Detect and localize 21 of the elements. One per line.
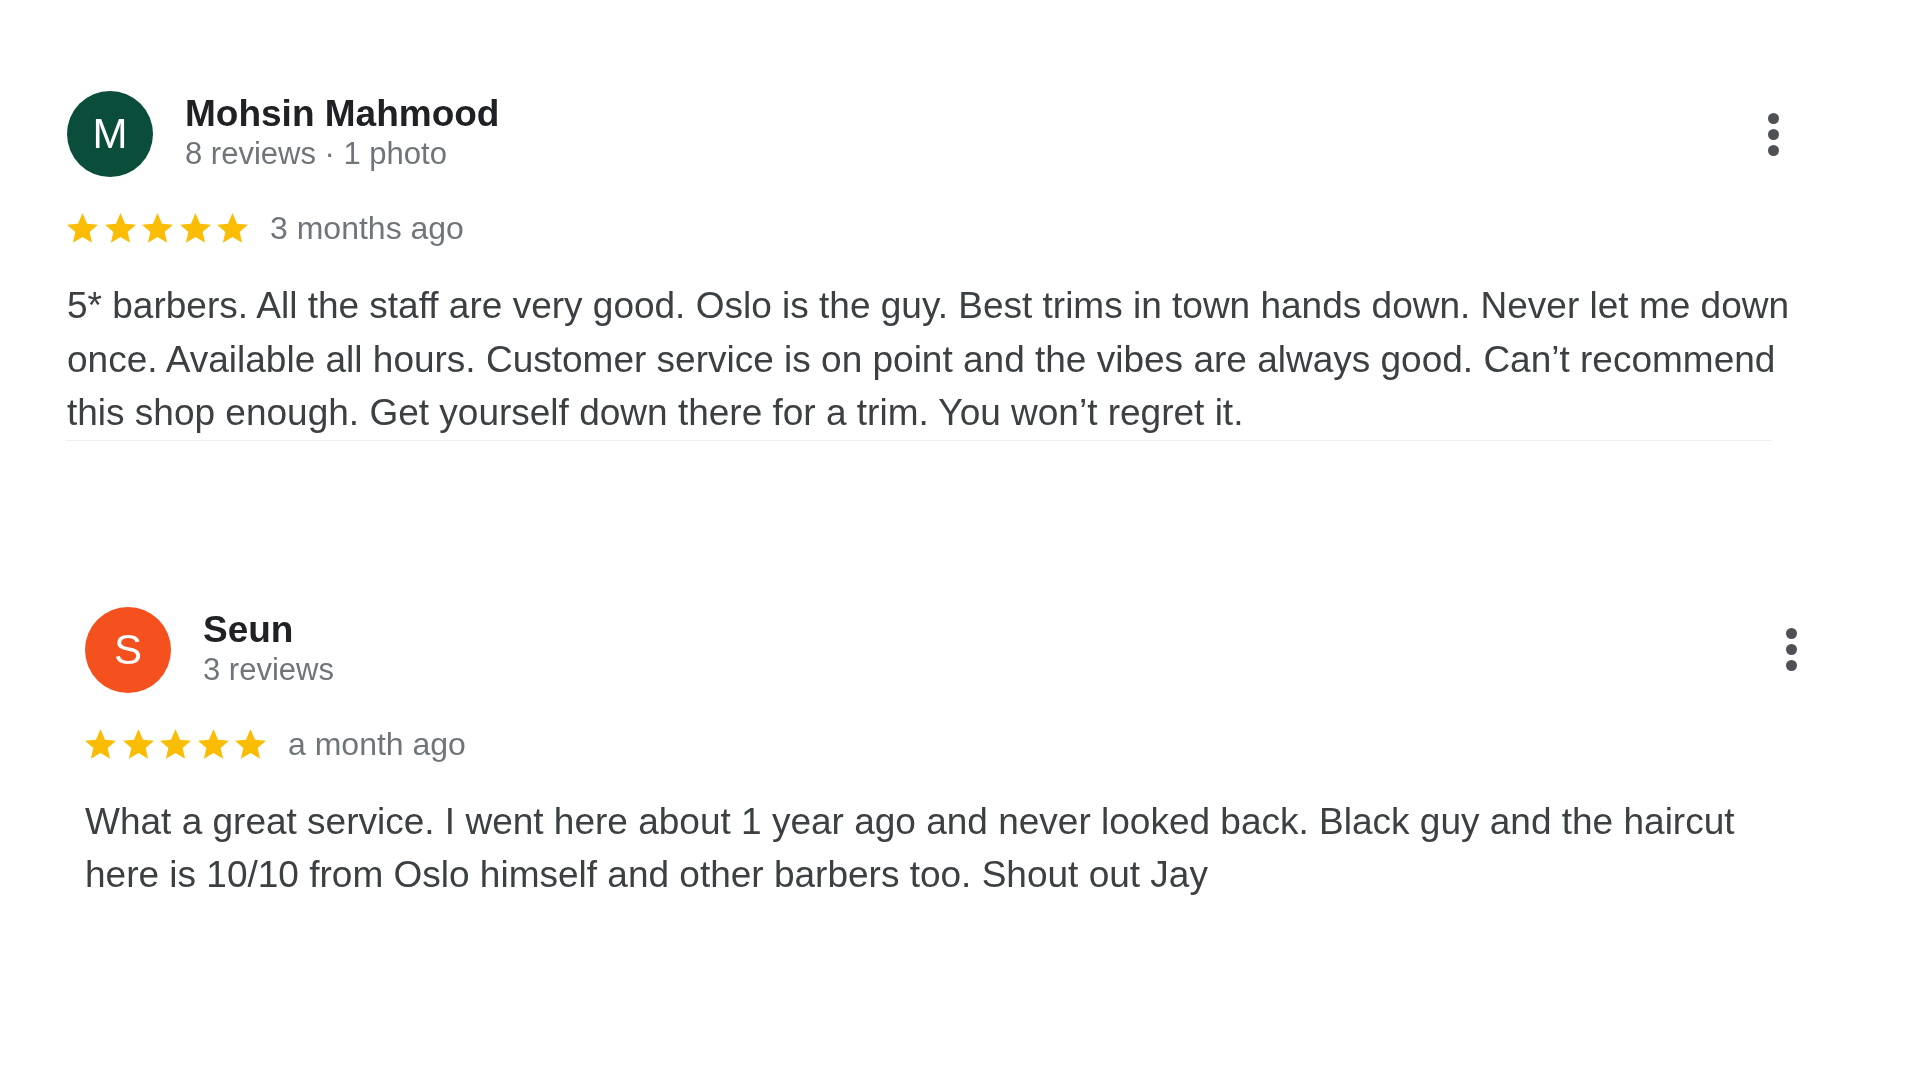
review-text: 5* barbers. All the staff are very good. Oslo is the guy. Best trims in town hands down. Never let me down once. Available all hours. Customer service is on point and the vibes are always good. Can’t recommend this shop enough. Get yourself down there for a trim. You won’t regret it. [67,284,1791,435]
star-icon [67,213,98,243]
star-icon [104,213,136,243]
star-icon [142,213,173,243]
reviewer-name[interactable]: Seun [203,609,294,650]
star-icon [179,213,211,243]
star-icon [122,728,154,759]
reviewer-stats: 8 reviews · 1 photo [185,135,447,173]
star-icon [217,213,248,243]
review-time: 3 months ago [270,212,464,244]
star-icon [197,728,229,759]
review-time: a month ago [288,727,466,760]
star-icon [85,728,116,759]
reviewer-stats: 3 reviews [203,650,334,689]
star-icon [235,728,266,759]
three-dots-icon [1768,112,1779,156]
three-dots-icon [1786,628,1797,671]
star-icon [160,728,191,759]
review-text: What a great service. I went here about 1 year ago and never looked back. Black guy and the haircut here is 10/10 from Oslo himself and other barbers too. Shout out Jay [85,799,1736,897]
reviewer-name[interactable]: Mohsin Mahmood [185,94,500,134]
avatar[interactable]: M [67,91,153,177]
